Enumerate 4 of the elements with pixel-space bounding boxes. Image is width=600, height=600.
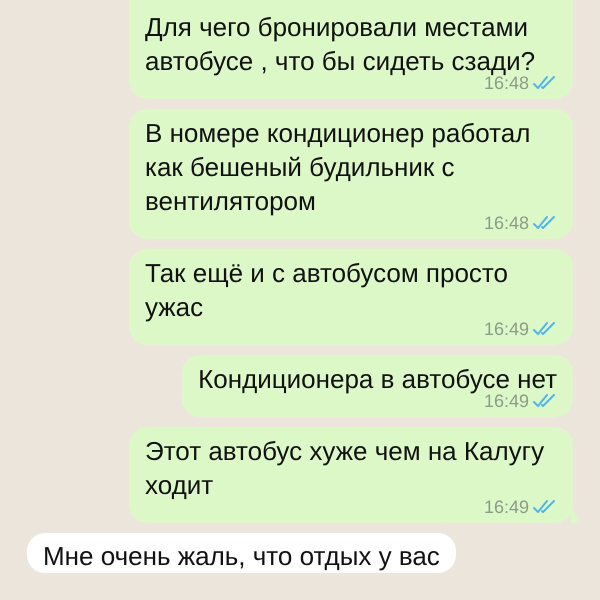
message-text: Мне очень жаль, что отдых у вас — [43, 540, 440, 573]
message-text: Кондиционера в автобусе нет — [198, 363, 557, 394]
message-text: Для чего бронировали местами автобусе , что бы сидеть сзади? — [145, 11, 536, 76]
message-time: 16:49 — [484, 391, 529, 412]
